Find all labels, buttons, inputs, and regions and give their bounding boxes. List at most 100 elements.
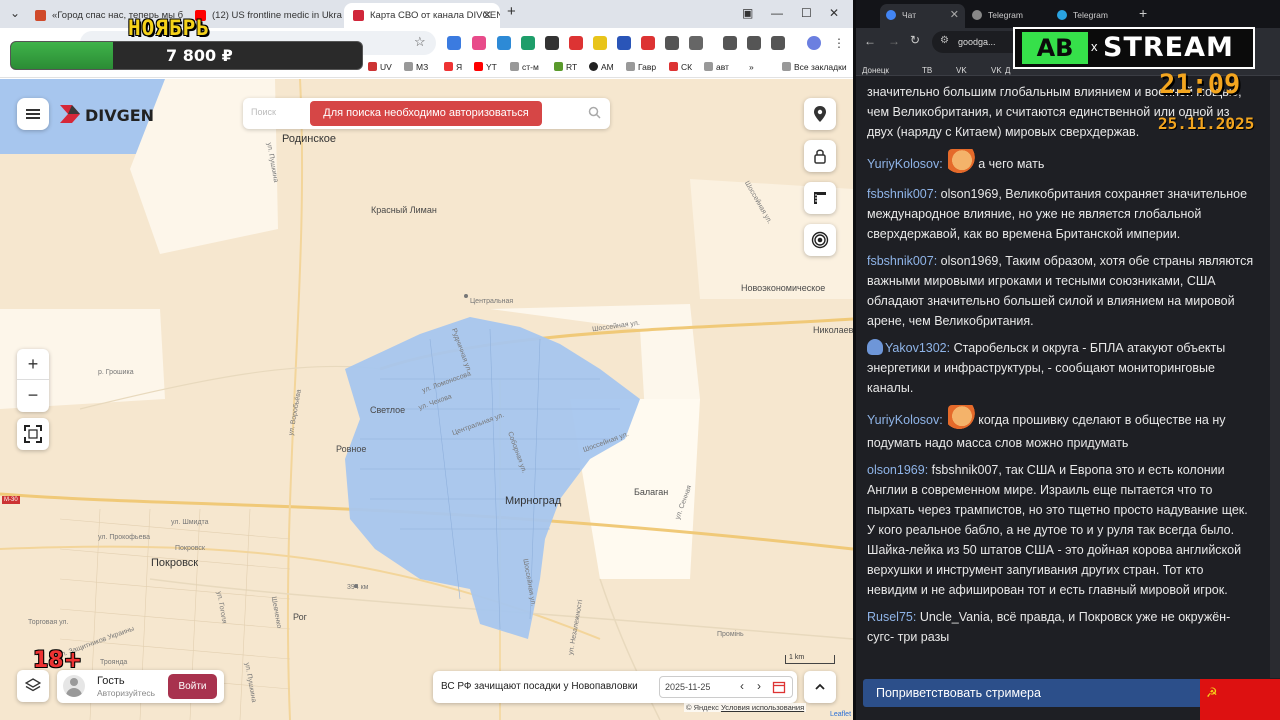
bookmark-rt[interactable]: RT bbox=[554, 62, 577, 72]
extension-icon[interactable] bbox=[617, 36, 631, 50]
map-search[interactable]: Поиск Для поиска необходимо авторизовать… bbox=[243, 98, 610, 129]
extension-icon[interactable] bbox=[569, 36, 583, 50]
fullscreen-button[interactable] bbox=[17, 418, 49, 450]
label-rog: Рог bbox=[293, 612, 307, 622]
stream-date: 25.11.2025 bbox=[1158, 114, 1255, 133]
extension-icon[interactable] bbox=[545, 36, 559, 50]
address-text[interactable]: goodga... bbox=[958, 37, 996, 47]
user-subtitle: Авторизуйтесь bbox=[97, 688, 156, 698]
site-info-icon[interactable]: ⚙ bbox=[940, 35, 949, 46]
chat-text: Uncle_Vania, всё правда, и Покровск уже … bbox=[867, 610, 1231, 644]
lock-button[interactable] bbox=[804, 140, 836, 172]
extension-icon[interactable] bbox=[641, 36, 655, 50]
key-icon[interactable] bbox=[723, 36, 737, 50]
bookmark-am[interactable]: AM bbox=[589, 62, 614, 72]
chat-nickname[interactable]: olson1969: bbox=[867, 463, 928, 477]
location-button[interactable] bbox=[804, 98, 836, 130]
prev-date-icon[interactable]: ‹ bbox=[740, 679, 744, 693]
map-point bbox=[464, 294, 468, 298]
tab-youtube[interactable]: (12) US frontline medic in Ukra bbox=[186, 3, 346, 28]
news-bar[interactable]: ВС РФ зачищают посадки у Новопавловки 20… bbox=[433, 671, 797, 703]
layers-icon bbox=[25, 678, 41, 692]
zoom-in-button[interactable]: + bbox=[17, 349, 49, 380]
bookmark-uv[interactable]: UV bbox=[368, 62, 392, 72]
layers-button[interactable] bbox=[17, 670, 49, 702]
tab-telegram-2[interactable]: Telegram bbox=[1051, 4, 1135, 28]
menu-button[interactable] bbox=[17, 98, 49, 130]
next-date-icon[interactable]: › bbox=[757, 679, 761, 693]
bookmark-gavr[interactable]: Гавр bbox=[626, 62, 656, 72]
minimize-button[interactable]: — bbox=[771, 6, 783, 20]
more-menu-icon[interactable]: ⋮ bbox=[833, 36, 847, 50]
radar-button[interactable] bbox=[804, 224, 836, 256]
chat-nickname[interactable]: fsbshnik007: bbox=[867, 254, 937, 268]
bookmark-mz[interactable]: МЗ bbox=[404, 62, 428, 72]
map-view[interactable]: Родинское Красный Лиман Центральная Ново… bbox=[0, 79, 853, 720]
leaflet-link[interactable]: Leaflet bbox=[830, 711, 851, 718]
tab-telegram-1[interactable]: Telegram bbox=[966, 4, 1050, 28]
tab-divgen[interactable]: Карта СВО от канала DIVGEN ✕ bbox=[344, 3, 500, 28]
ruler-icon bbox=[814, 192, 826, 204]
search-input[interactable]: Поиск bbox=[251, 107, 276, 117]
date-value[interactable]: 2025-11-25 bbox=[665, 682, 710, 692]
zoom-out-button[interactable]: − bbox=[17, 380, 49, 411]
bookmarks-more-icon[interactable]: » bbox=[749, 62, 754, 72]
chat-scrollbar[interactable] bbox=[1270, 80, 1280, 678]
chat-nickname[interactable]: YuriyKolosov: bbox=[867, 157, 943, 171]
puzzle-icon[interactable] bbox=[689, 36, 703, 50]
extension-icon[interactable] bbox=[472, 36, 486, 50]
expand-news-button[interactable] bbox=[804, 671, 836, 703]
extension-icon[interactable] bbox=[497, 36, 511, 50]
chat-nickname[interactable]: YuriyKolosov: bbox=[867, 413, 943, 427]
bookmark-sk[interactable]: СК bbox=[669, 62, 692, 72]
chat-message: fsbshnik007: olson1969, Великобритания с… bbox=[867, 184, 1257, 244]
label-street: Торговая ул. bbox=[28, 619, 69, 626]
label-troyanda: Троянда bbox=[100, 659, 128, 666]
tab-menu-icon[interactable]: ▣ bbox=[742, 6, 753, 20]
forward-icon[interactable]: → bbox=[888, 34, 900, 48]
close-tab-icon[interactable]: ✕ bbox=[482, 8, 492, 22]
ruler-button[interactable] bbox=[804, 182, 836, 214]
bookmark-yt[interactable]: YT bbox=[474, 62, 497, 72]
chat-message: YuriyKolosov: а чего мать bbox=[867, 149, 1257, 177]
target-icon bbox=[811, 231, 829, 249]
brand-x: x bbox=[1091, 39, 1098, 54]
link-icon[interactable] bbox=[747, 36, 761, 50]
map-scale: 1 km bbox=[785, 654, 835, 664]
profile-avatar[interactable] bbox=[807, 36, 821, 50]
date-picker[interactable]: 2025-11-25 ‹ › bbox=[659, 676, 793, 698]
bookmark-stm[interactable]: ст-м bbox=[510, 62, 539, 72]
calendar-icon[interactable] bbox=[772, 680, 786, 694]
back-icon[interactable]: ← bbox=[864, 34, 876, 48]
new-tab-button[interactable]: + bbox=[1139, 5, 1147, 21]
login-button[interactable]: Войти bbox=[168, 674, 217, 699]
chat-nickname[interactable]: Yakov1302: bbox=[885, 341, 950, 355]
donation-goal-bar: 7 800 ₽ bbox=[10, 41, 363, 70]
bookmark-ya[interactable]: Я bbox=[444, 62, 462, 72]
map-attribution: © Яндекс Условия использования bbox=[684, 703, 807, 712]
extension-icon[interactable] bbox=[771, 36, 785, 50]
extension-icon[interactable] bbox=[665, 36, 679, 50]
chat-nickname[interactable]: fsbshnik007: bbox=[867, 187, 937, 201]
extension-icon[interactable] bbox=[593, 36, 607, 50]
chat-nickname[interactable]: Rusel75: bbox=[867, 610, 916, 624]
bookmark-avt[interactable]: авт bbox=[704, 62, 729, 72]
label-rodinskoe: Родинское bbox=[282, 133, 337, 145]
red-flag-overlay: ☭ bbox=[1200, 679, 1280, 720]
reload-icon[interactable]: ↻ bbox=[910, 33, 920, 47]
tab-search-icon[interactable]: ⌄ bbox=[10, 6, 20, 20]
close-window-button[interactable]: ✕ bbox=[829, 6, 839, 20]
extension-icon[interactable] bbox=[521, 36, 535, 50]
new-tab-button[interactable]: + bbox=[507, 3, 516, 20]
tab-chat[interactable]: Чат ✕ bbox=[880, 4, 965, 28]
greet-streamer-button[interactable]: Поприветствовать стримера bbox=[863, 679, 1255, 707]
maximize-button[interactable]: ☐ bbox=[801, 6, 812, 20]
bookmark-all[interactable]: Все закладки bbox=[782, 62, 847, 72]
extension-icon[interactable] bbox=[447, 36, 461, 50]
news-headline[interactable]: ВС РФ зачищают посадки у Новопавловки bbox=[441, 681, 638, 692]
terms-link[interactable]: Условия использования bbox=[721, 703, 804, 712]
close-tab-icon[interactable]: ✕ bbox=[950, 8, 959, 21]
auth-required-message[interactable]: Для поиска необходимо авторизоваться bbox=[310, 101, 542, 126]
search-icon[interactable] bbox=[588, 106, 601, 119]
star-icon[interactable]: ☆ bbox=[414, 34, 426, 50]
